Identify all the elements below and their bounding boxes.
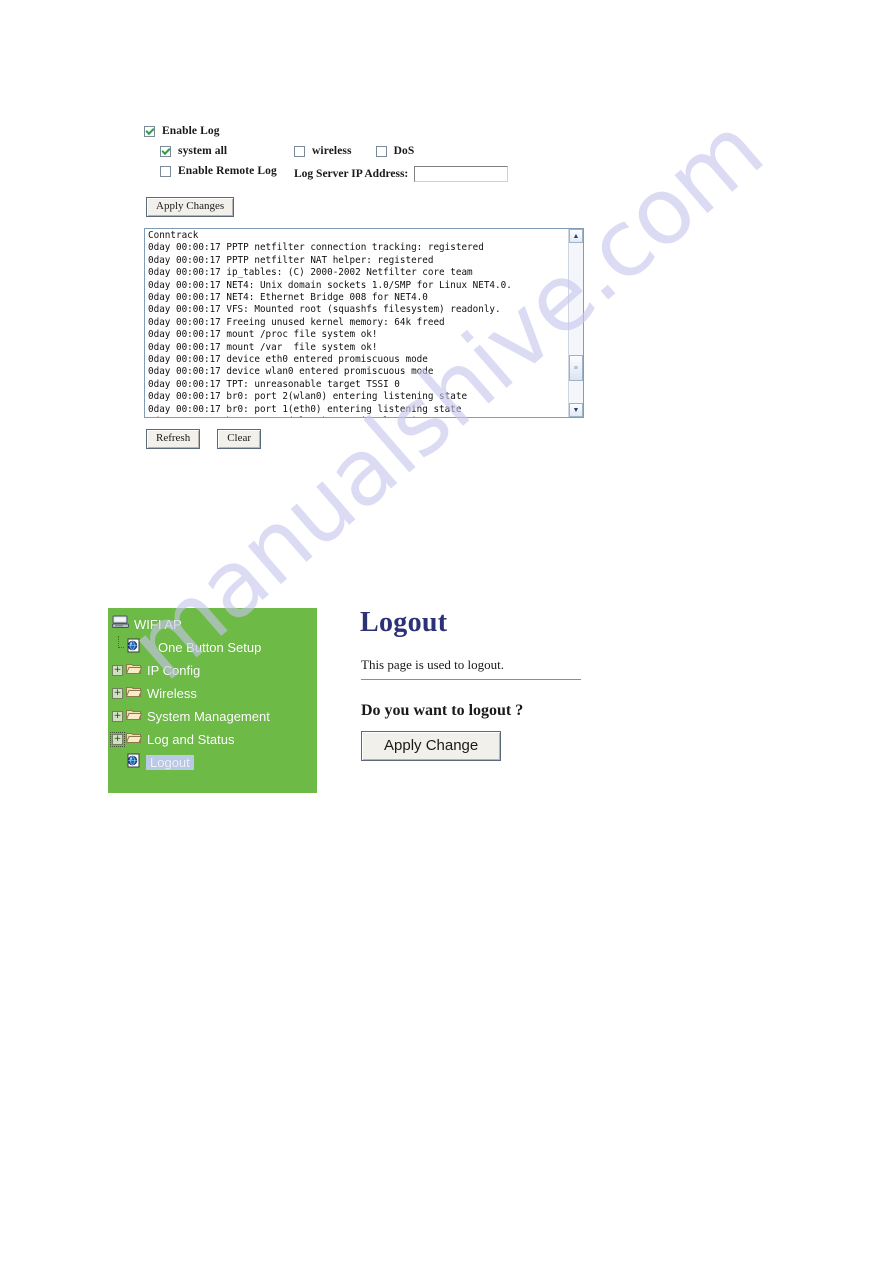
- log-settings-section: Enable Log system all wireless DoS Enabl…: [144, 122, 664, 182]
- log-console-textarea[interactable]: Conntrack 0day 00:00:17 PPTP netfilter c…: [144, 228, 584, 418]
- sidebar-item-label-one-button-setup: One Button Setup: [158, 640, 262, 655]
- wireless-checkbox[interactable]: [294, 145, 305, 157]
- dos-group[interactable]: DoS: [375, 145, 415, 157]
- sidebar-item-ip-config[interactable]: + IP Config: [108, 659, 317, 682]
- sidebar-item-label-log-and-status: Log and Status: [147, 732, 235, 747]
- sidebar-root-label: WIFI AP: [134, 617, 182, 632]
- scroll-up-icon[interactable]: ▲: [569, 229, 583, 243]
- page-globe-icon: [126, 753, 141, 773]
- sidebar-item-system-management[interactable]: + System Management: [108, 705, 317, 728]
- system-all-group[interactable]: system all: [144, 145, 294, 157]
- enable-log-label: Enable Log: [162, 125, 220, 137]
- enable-remote-log-checkbox[interactable]: [160, 165, 171, 177]
- log-console-scrollbar[interactable]: ▲ ≡ ▼: [568, 229, 583, 417]
- apply-changes-wrap: Apply Changes: [146, 196, 235, 217]
- remote-log-row: Enable Remote Log Log Server IP Address:: [144, 162, 664, 182]
- enable-log-row[interactable]: Enable Log: [144, 122, 664, 140]
- logout-panel: Logout This page is used to logout. Do y…: [360, 606, 660, 761]
- enable-remote-log-group[interactable]: Enable Remote Log: [144, 165, 294, 177]
- dos-checkbox[interactable]: [375, 145, 387, 157]
- logout-question: Do you want to logout ?: [361, 702, 524, 719]
- log-console-text: Conntrack 0day 00:00:17 PPTP netfilter c…: [148, 230, 512, 417]
- sidebar-item-label-ip-config: IP Config: [147, 663, 201, 678]
- sidebar-item-logout[interactable]: Logout: [108, 751, 317, 774]
- log-server-ip-group: Log Server IP Address:: [294, 166, 509, 182]
- scroll-down-icon[interactable]: ▼: [569, 403, 583, 417]
- expand-icon-log-and-status[interactable]: +: [110, 732, 125, 747]
- log-type-row: system all wireless DoS: [144, 142, 664, 160]
- folder-icon: [125, 731, 143, 749]
- log-server-ip-label: Log Server IP Address:: [294, 168, 409, 180]
- system-all-label: system all: [178, 145, 228, 157]
- wireless-label: wireless: [312, 145, 352, 157]
- sidebar-item-label-system-management: System Management: [147, 709, 270, 724]
- folder-icon: [125, 708, 143, 726]
- sidebar-item-label-wireless: Wireless: [147, 686, 197, 701]
- sidebar-item-wireless[interactable]: + Wireless: [108, 682, 317, 705]
- page-globe-icon: [126, 638, 141, 658]
- sidebar-nav: WIFI AP One Button Setup + IP Config + W…: [108, 608, 317, 793]
- folder-icon: [125, 662, 143, 680]
- enable-remote-log-label: Enable Remote Log: [178, 165, 277, 177]
- log-console-buttons: Refresh Clear: [146, 429, 262, 449]
- folder-icon: [125, 685, 143, 703]
- sidebar-item-log-and-status[interactable]: + Log and Status: [108, 728, 317, 751]
- system-all-checkbox[interactable]: [160, 145, 171, 157]
- log-server-ip-input[interactable]: [414, 166, 509, 182]
- page-title: Logout: [360, 607, 448, 638]
- page-description: This page is used to logout.: [361, 657, 504, 672]
- sidebar-item-label-logout: Logout: [146, 755, 194, 770]
- wireless-group[interactable]: wireless: [294, 145, 352, 157]
- apply-changes-button[interactable]: Apply Changes: [146, 197, 235, 217]
- scrollbar-thumb[interactable]: ≡: [569, 355, 583, 381]
- clear-button[interactable]: Clear: [217, 429, 262, 449]
- expand-icon-system-management[interactable]: +: [112, 711, 123, 722]
- apply-change-button[interactable]: Apply Change: [361, 731, 502, 761]
- computer-icon: [112, 615, 129, 634]
- dos-label: DoS: [393, 145, 415, 157]
- expand-icon-wireless[interactable]: +: [112, 688, 123, 699]
- sidebar-item-root[interactable]: WIFI AP: [108, 613, 317, 636]
- refresh-button[interactable]: Refresh: [146, 429, 201, 449]
- divider: [361, 679, 581, 680]
- expand-icon-ip-config[interactable]: +: [112, 665, 123, 676]
- tree-stem: [112, 636, 126, 659]
- enable-log-checkbox[interactable]: [144, 125, 155, 137]
- sidebar-item-one-button-setup[interactable]: One Button Setup: [108, 636, 317, 659]
